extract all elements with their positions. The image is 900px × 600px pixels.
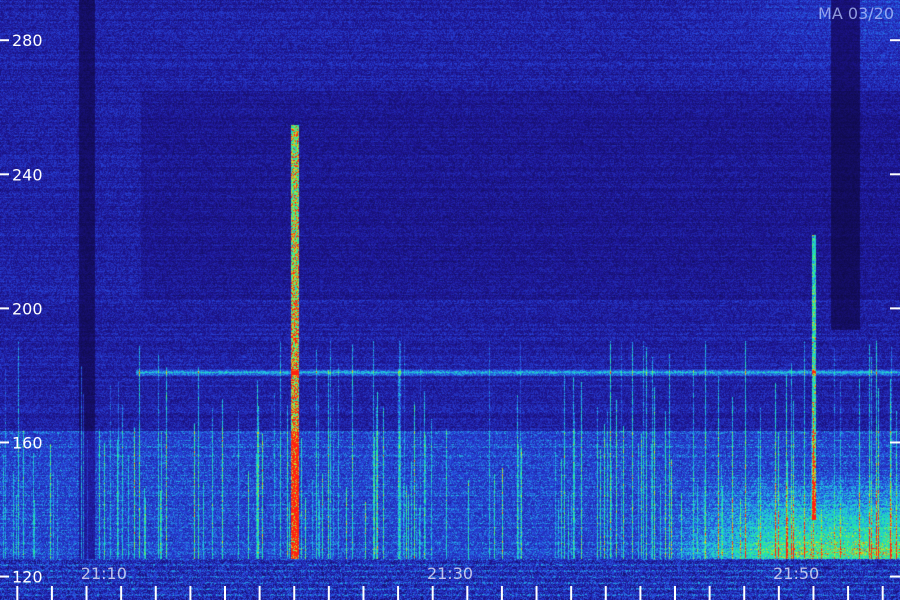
spectrogram-axes: 120 160 200 240 280 21:10 21:30 21:50 [0, 31, 900, 600]
x-tick-label: 21:50 [773, 564, 819, 583]
y-tick-label: 280 [12, 31, 43, 50]
y-axis-left: 120 160 200 240 280 [0, 31, 43, 587]
y-tick-label: 160 [12, 433, 43, 452]
x-tick-label: 21:30 [427, 564, 473, 583]
y-tick-label: 200 [12, 299, 43, 318]
y-tick-label: 120 [12, 568, 43, 587]
y-axis-right [890, 39, 900, 578]
spectrogram-chart: 120 160 200 240 280 21:10 21:30 21:50 MA 03/20 [0, 0, 900, 600]
date-stamp: MA 03/20 [818, 4, 894, 23]
y-tick-label: 240 [12, 165, 43, 184]
x-tick-label: 21:10 [81, 564, 127, 583]
x-axis: 21:10 21:30 21:50 [16, 564, 884, 600]
